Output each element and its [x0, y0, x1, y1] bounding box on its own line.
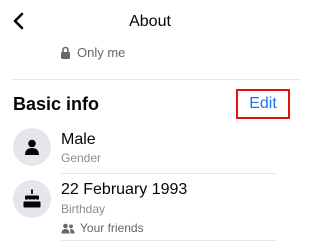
audience-label: Your friends: [80, 221, 144, 235]
row-divider: [61, 240, 276, 241]
privacy-indicator: Only me: [60, 42, 125, 62]
birthday-cake-icon: [23, 189, 41, 208]
birthday-value: 22 February 1993: [61, 181, 188, 198]
page-title: About: [129, 13, 171, 30]
lock-icon: [61, 46, 70, 59]
info-row-birthday[interactable]: 22 February 1993 Birthday Your friends: [0, 180, 300, 250]
top-bar: About: [0, 0, 300, 44]
section-title-basic-info: Basic info: [13, 94, 100, 114]
section-divider: [12, 79, 300, 80]
birthday-label: Birthday: [61, 202, 106, 216]
birthday-audience: Your friends: [61, 219, 144, 237]
person-icon: [25, 139, 39, 155]
birthday-cake-icon-circle: [13, 180, 51, 218]
gender-label: Gender: [61, 151, 102, 165]
info-row-gender[interactable]: Male Gender: [0, 128, 300, 178]
gender-value: Male: [61, 131, 96, 148]
edit-button[interactable]: Edit: [236, 89, 290, 119]
privacy-label: Only me: [77, 44, 126, 60]
person-icon-circle: [13, 128, 51, 166]
row-divider: [61, 173, 276, 174]
friends-icon: [61, 223, 75, 233]
